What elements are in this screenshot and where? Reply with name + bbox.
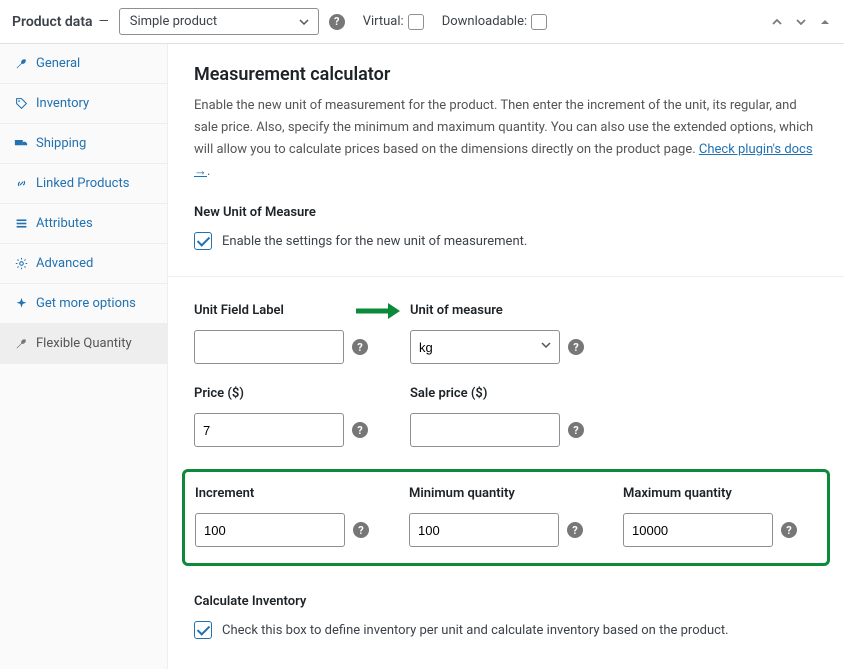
field-price: Price ($) ? [194, 386, 368, 447]
sale-price-label: Sale price ($) [410, 386, 584, 401]
calc-inventory-row: Check this box to define inventory per u… [194, 621, 818, 639]
help-icon[interactable]: ? [568, 339, 584, 355]
product-data-body: General Inventory Shipping Linked Produc… [0, 44, 844, 669]
highlight-box: Increment ? Minimum quantity ? Maximum q… [182, 469, 830, 566]
header-title: Product data [12, 14, 93, 30]
panel-description: Enable the new unit of measurement for t… [194, 95, 818, 183]
calc-inventory-checkbox[interactable] [194, 621, 212, 639]
unit-field-input[interactable] [194, 330, 344, 364]
arrow-right-icon [354, 301, 402, 321]
calc-inventory-check-label: Check this box to define inventory per u… [222, 623, 729, 638]
tab-label: Linked Products [36, 176, 129, 191]
tab-label: Advanced [36, 256, 93, 271]
row-price: Price ($) ? Sale price ($) ? [194, 386, 818, 447]
help-icon[interactable]: ? [352, 339, 368, 355]
collapse-icon[interactable] [818, 15, 832, 29]
field-increment: Increment ? [195, 486, 369, 547]
truck-icon [14, 137, 28, 150]
product-type-select[interactable]: Simple product [119, 8, 319, 35]
field-max-qty: Maximum quantity ? [623, 486, 797, 547]
field-min-qty: Minimum quantity ? [409, 486, 583, 547]
row-unit: Unit Field Label ? Unit of measure kg [194, 303, 818, 364]
min-qty-input[interactable] [409, 513, 559, 547]
row-quantity: Increment ? Minimum quantity ? Maximum q… [195, 486, 817, 547]
enable-unit-label: Enable the settings for the new unit of … [222, 234, 527, 249]
tab-label: Get more options [36, 296, 136, 311]
virtual-checkbox[interactable] [408, 14, 424, 30]
wrench-icon [14, 57, 28, 70]
max-qty-label: Maximum quantity [623, 486, 797, 501]
min-qty-label: Minimum quantity [409, 486, 583, 501]
tab-label: Shipping [36, 136, 86, 151]
header-controls [770, 15, 832, 29]
wrench-icon [14, 337, 28, 350]
tab-get-more-options[interactable]: Get more options [0, 284, 167, 324]
tag-icon [14, 97, 28, 110]
tab-advanced[interactable]: Advanced [0, 244, 167, 284]
new-unit-section-label: New Unit of Measure [194, 205, 818, 220]
tab-attributes[interactable]: Attributes [0, 204, 167, 244]
separator [168, 276, 844, 277]
price-label: Price ($) [194, 386, 368, 401]
gear-icon [14, 257, 28, 270]
chevron-down-icon [298, 16, 310, 28]
tab-inventory[interactable]: Inventory [0, 84, 167, 124]
tab-label: Flexible Quantity [36, 336, 132, 351]
tab-shipping[interactable]: Shipping [0, 124, 167, 164]
product-type-value: Simple product [130, 14, 217, 29]
tab-label: Inventory [36, 96, 89, 111]
field-unit-of-measure: Unit of measure kg ? [410, 303, 584, 364]
move-down-icon[interactable] [794, 15, 808, 29]
help-icon[interactable]: ? [353, 522, 369, 538]
virtual-label: Virtual: [363, 14, 404, 29]
sidebar: General Inventory Shipping Linked Produc… [0, 44, 168, 669]
downloadable-option[interactable]: Downloadable: [442, 14, 547, 30]
field-sale-price: Sale price ($) ? [410, 386, 584, 447]
unit-of-measure-label: Unit of measure [410, 303, 584, 318]
virtual-option[interactable]: Virtual: [363, 14, 424, 30]
tab-linked-products[interactable]: Linked Products [0, 164, 167, 204]
downloadable-checkbox[interactable] [531, 14, 547, 30]
sale-price-input[interactable] [410, 413, 560, 447]
help-icon[interactable]: ? [568, 422, 584, 438]
increment-input[interactable] [195, 513, 345, 547]
move-up-icon[interactable] [770, 15, 784, 29]
link-icon [14, 177, 28, 190]
help-icon[interactable]: ? [329, 14, 345, 30]
sparkle-icon [14, 297, 28, 310]
header-dash: — [99, 14, 109, 29]
list-icon [14, 217, 28, 230]
panel-flexible-quantity: Measurement calculator Enable the new un… [168, 44, 844, 669]
product-data-header: Product data — Simple product ? Virtual:… [0, 0, 844, 44]
max-qty-input[interactable] [623, 513, 773, 547]
increment-label: Increment [195, 486, 369, 501]
tab-flexible-quantity[interactable]: Flexible Quantity [0, 324, 167, 364]
help-icon[interactable]: ? [781, 522, 797, 538]
downloadable-label: Downloadable: [442, 14, 527, 29]
price-input[interactable] [194, 413, 344, 447]
tab-general[interactable]: General [0, 44, 167, 84]
enable-unit-row: Enable the settings for the new unit of … [194, 232, 818, 250]
field-unit-label: Unit Field Label ? [194, 303, 368, 364]
calc-inventory-label: Calculate Inventory [194, 594, 818, 609]
help-icon[interactable]: ? [567, 522, 583, 538]
panel-heading: Measurement calculator [194, 64, 818, 85]
unit-of-measure-select[interactable]: kg [410, 330, 560, 364]
tab-label: General [36, 56, 80, 71]
unit-field-label: Unit Field Label [194, 303, 368, 318]
enable-unit-checkbox[interactable] [194, 232, 212, 250]
tab-label: Attributes [36, 216, 93, 231]
help-icon[interactable]: ? [352, 422, 368, 438]
